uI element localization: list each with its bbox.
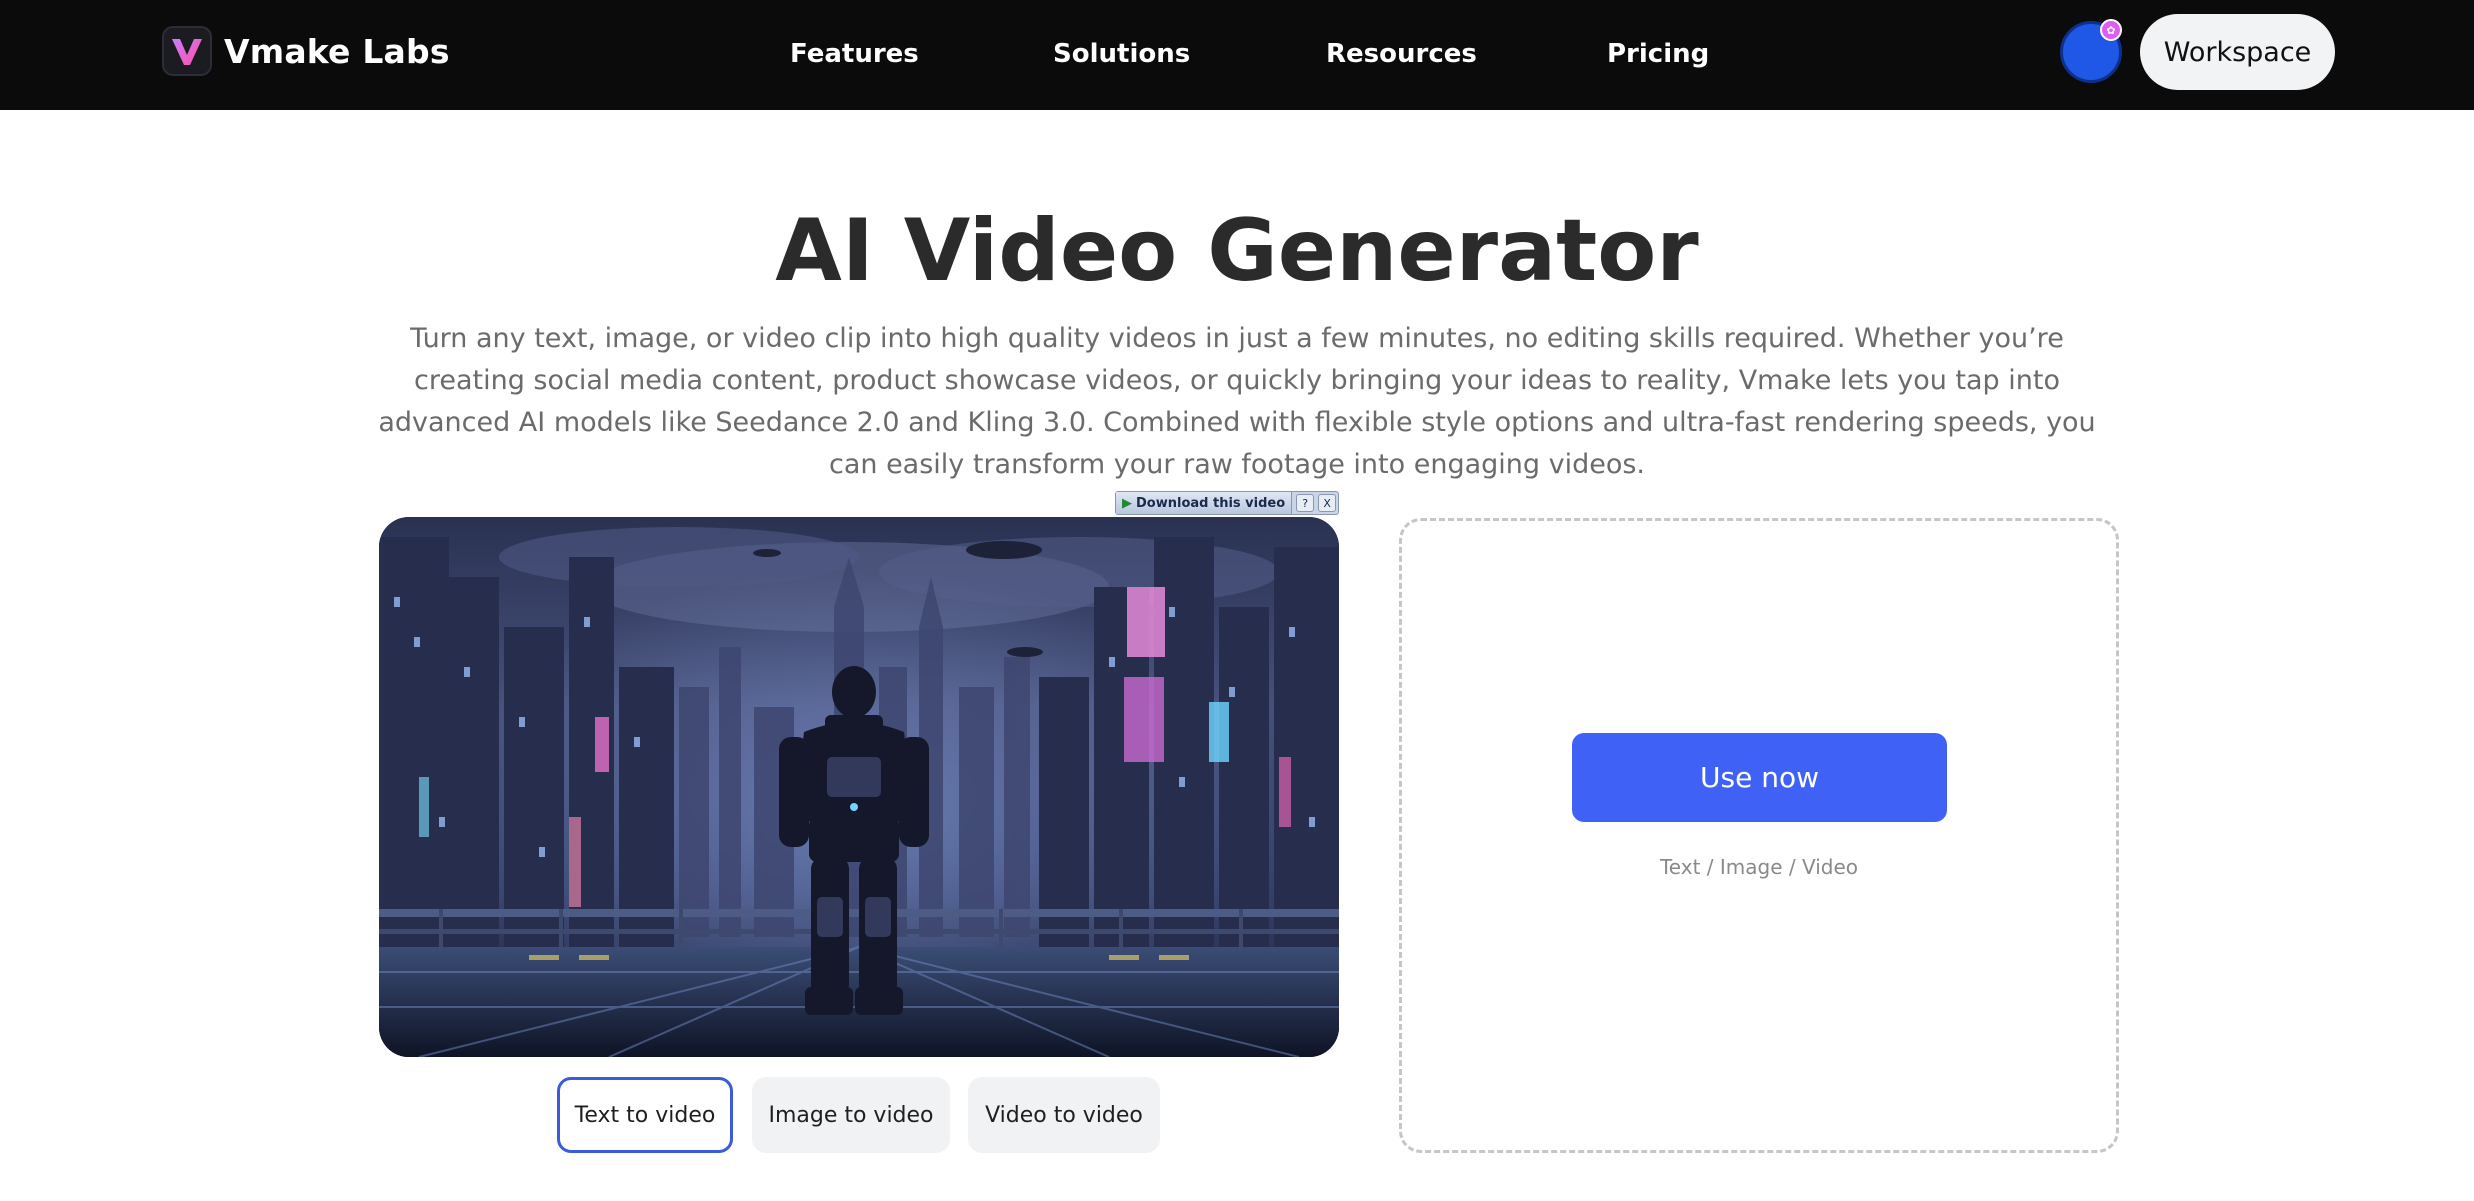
nav-pricing[interactable]: Pricing xyxy=(1607,34,1709,74)
page-subtitle: Turn any text, image, or video clip into… xyxy=(378,323,2096,480)
flower-badge-icon: ✿ xyxy=(2100,19,2122,41)
nav-features[interactable]: Features xyxy=(790,34,919,74)
tab-image-to-video[interactable]: Image to video xyxy=(752,1077,950,1153)
help-icon[interactable]: ? xyxy=(1296,494,1315,512)
close-icon[interactable]: X xyxy=(1318,494,1337,512)
nav-resources[interactable]: Resources xyxy=(1326,34,1477,74)
play-icon: ▶ xyxy=(1122,495,1132,511)
workspace-button[interactable]: Workspace xyxy=(2140,14,2335,90)
soldier-cityscape-illustration xyxy=(379,517,1339,1057)
download-video-button[interactable]: ▶ Download this video xyxy=(1116,492,1293,514)
download-video-label: Download this video xyxy=(1136,495,1286,511)
use-now-button[interactable]: Use now xyxy=(1572,733,1947,822)
video-preview[interactable] xyxy=(379,517,1339,1057)
tab-text-to-video[interactable]: Text to video xyxy=(557,1077,733,1153)
top-nav: Vmake Labs Features Solutions Resources … xyxy=(0,0,2474,110)
page-title: AI Video Generator xyxy=(775,201,1699,301)
generator-panel xyxy=(1399,518,2119,1153)
nav-solutions[interactable]: Solutions xyxy=(1053,34,1190,74)
tab-video-to-video[interactable]: Video to video xyxy=(968,1077,1160,1153)
download-video-bar: ▶ Download this video ? X xyxy=(1115,491,1339,515)
input-types-caption: Text / Image / Video xyxy=(1659,855,1859,879)
